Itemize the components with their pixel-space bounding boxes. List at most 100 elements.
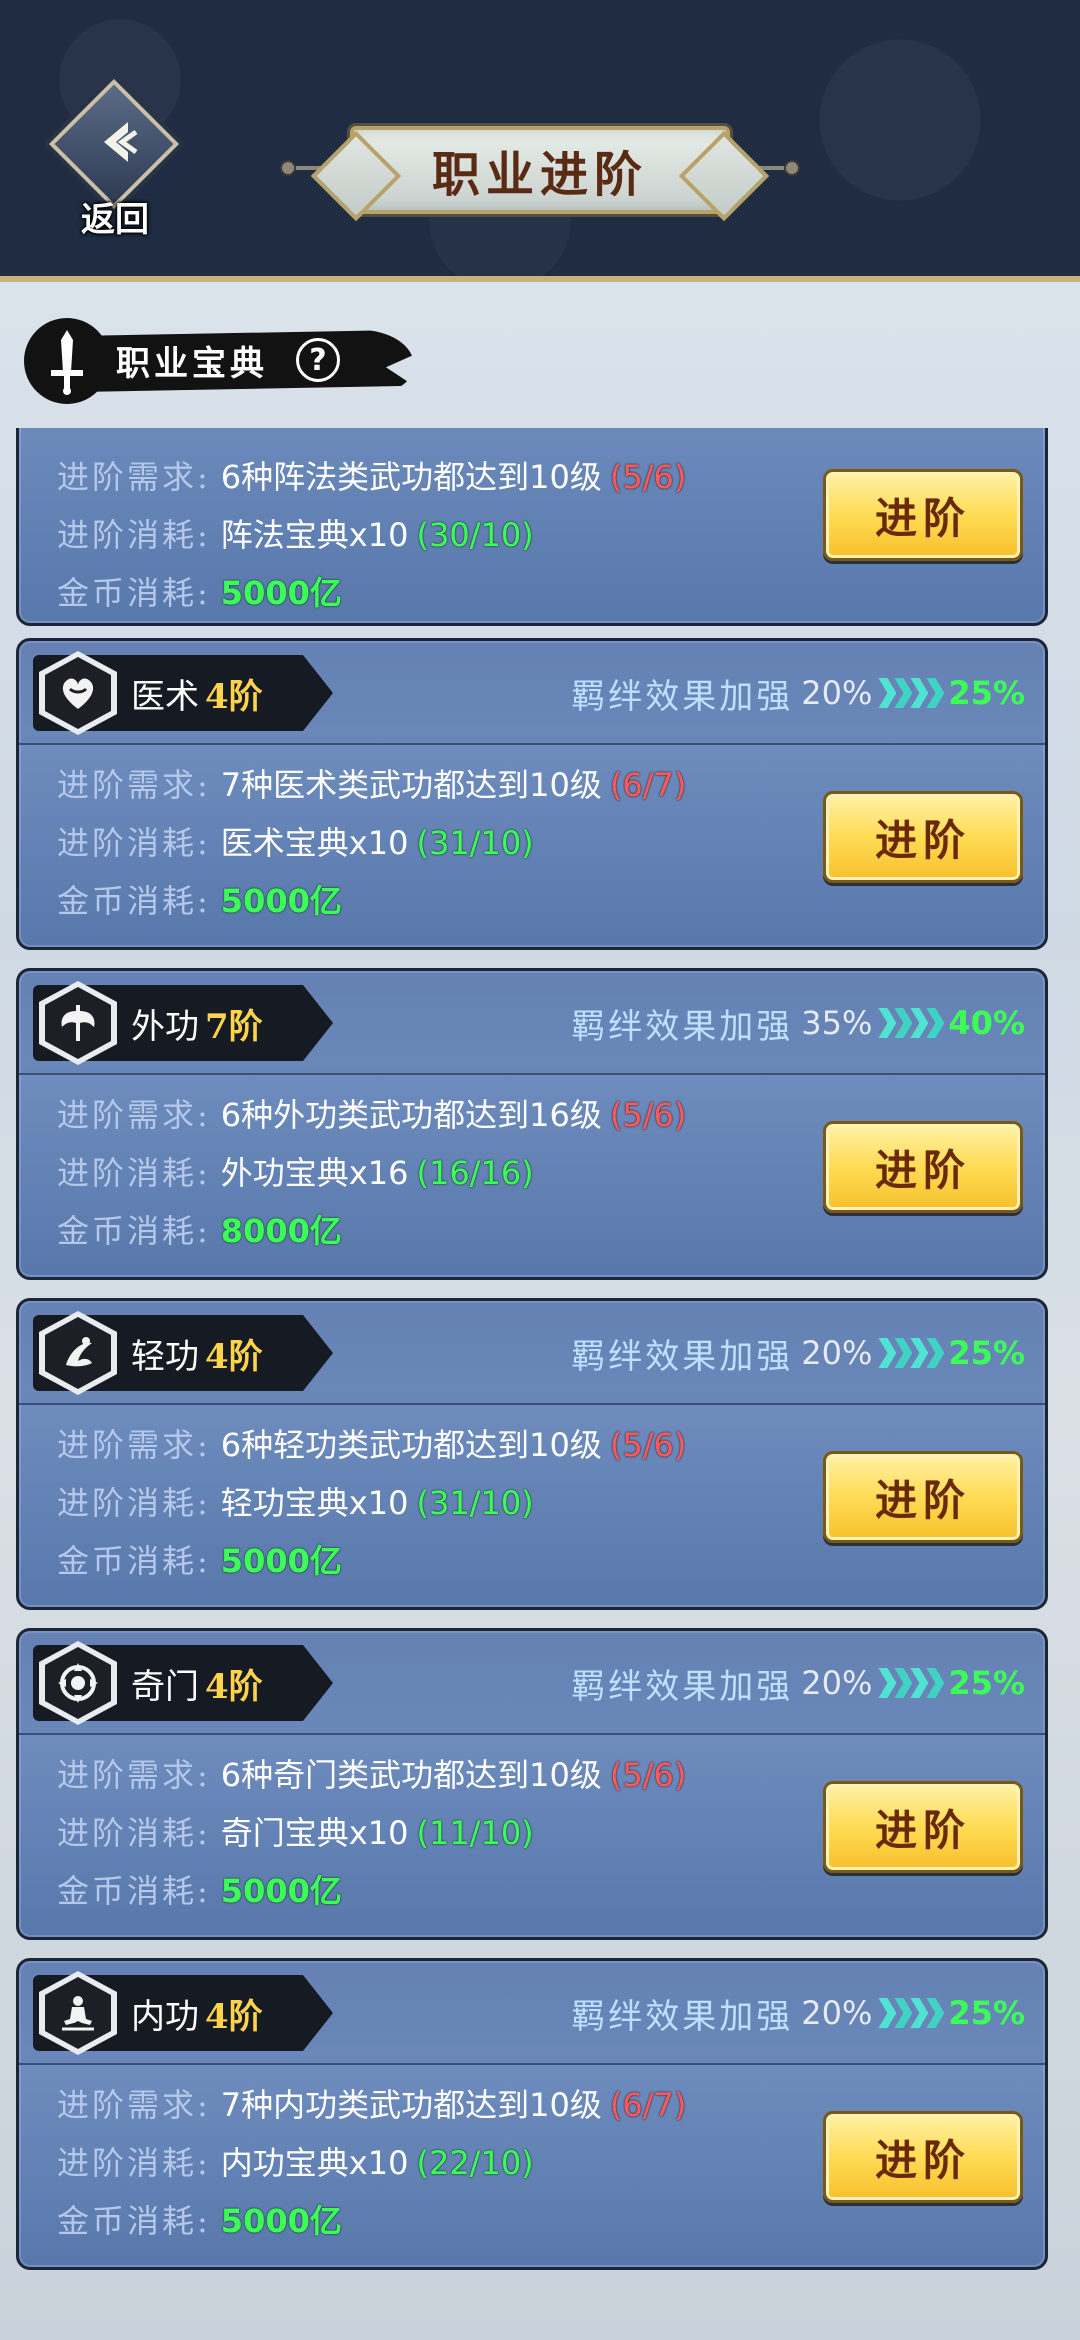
cost-row: 进阶消耗: 阵法宝典x10 (30/10) (57, 515, 534, 555)
requirement-row: 进阶需求: 7种内功类武功都达到10级 (6/7) (57, 2085, 686, 2125)
gold-row: 金币消耗: 8000亿 (57, 1211, 342, 1251)
cost-value: 内功宝典x10 (220, 2144, 409, 2182)
profession-name-text: 医术 (131, 677, 199, 717)
cost-value: 外功宝典x16 (220, 1154, 409, 1192)
card-header: 奇门 4阶 羁绊效果加强 20% 25% (19, 1631, 1045, 1735)
page-title-banner: 职业进阶 (280, 108, 800, 228)
cost-progress: (11/10) (416, 1814, 534, 1852)
profession-name: 轻功 4阶 (131, 1329, 263, 1378)
bond-label: 羁绊效果加强 (571, 1336, 794, 1377)
cost-row: 进阶消耗: 外功宝典x16 (16/16) (57, 1153, 534, 1193)
bond-bonus: 羁绊效果加强 20% 25% (571, 1331, 1025, 1377)
meditation-icon (45, 1977, 111, 2049)
advance-button[interactable]: 进阶 (823, 1121, 1023, 1213)
bond-bonus: 羁绊效果加强 20% 25% (571, 1991, 1025, 2037)
bond-bonus: 羁绊效果加强 20% 25% (571, 671, 1025, 717)
profession-level: 4阶 (205, 677, 263, 717)
gold-label: 金币消耗: (57, 882, 211, 920)
top-bar: 返回 职业进阶 (0, 0, 1080, 282)
bond-next: 25% (948, 1994, 1025, 2032)
back-button[interactable]: 返回 (40, 78, 190, 242)
bond-label: 羁绊效果加强 (571, 1666, 794, 1707)
compass-icon (45, 1647, 111, 1719)
requirement-value: 7种内功类武功都达到10级 (220, 2086, 602, 2124)
requirement-row: 进阶需求: 6种外功类武功都达到16级 (5/6) (57, 1095, 686, 1135)
bond-label: 羁绊效果加强 (571, 1996, 794, 2037)
gold-row: 金币消耗: 5000亿 (57, 1541, 342, 1581)
bond-current: 20% (801, 1334, 873, 1372)
cost-row: 进阶消耗: 奇门宝典x10 (11/10) (57, 1813, 534, 1853)
double-arrow-icon (878, 1998, 945, 2028)
requirement-row: 进阶需求: 6种阵法类武功都达到10级 (5/6) (57, 457, 686, 497)
advance-button[interactable]: 进阶 (823, 791, 1023, 883)
requirement-value: 6种阵法类武功都达到10级 (220, 458, 602, 496)
gold-label: 金币消耗: (57, 1872, 211, 1910)
back-arrow-icon (88, 112, 148, 172)
cost-row: 进阶消耗: 轻功宝典x10 (31/10) (57, 1483, 534, 1523)
advance-button[interactable]: 进阶 (823, 1451, 1023, 1543)
card-header: 医术 4阶 羁绊效果加强 20% 25% (19, 641, 1045, 745)
profession-card-external: 外功 7阶 羁绊效果加强 35% 40% 进阶需求: 6种外功类武功都达到16级 (5… (16, 968, 1048, 1280)
cost-progress: (16/16) (416, 1154, 534, 1192)
bond-current: 35% (801, 1004, 873, 1042)
section-title: 职业宝典 (116, 344, 268, 384)
title-ornament-dot-left (280, 160, 296, 176)
requirement-label: 进阶需求: (57, 1096, 211, 1134)
profession-level: 4阶 (205, 1337, 263, 1377)
profession-name-text: 内功 (131, 1997, 199, 2037)
requirement-progress: (5/6) (609, 1756, 687, 1794)
card-header: 外功 7阶 羁绊效果加强 35% 40% (19, 971, 1045, 1075)
profession-name-text: 奇门 (131, 1667, 199, 1707)
advance-button[interactable]: 进阶 (823, 469, 1023, 561)
cost-label: 进阶消耗: (57, 516, 211, 554)
gold-label: 金币消耗: (57, 2202, 211, 2240)
requirement-label: 进阶需求: (57, 1426, 211, 1464)
gold-row: 金币消耗: 5000亿 (57, 1871, 342, 1911)
double-arrow-icon (878, 1668, 945, 1698)
profession-name-text: 外功 (131, 1007, 199, 1047)
advance-button[interactable]: 进阶 (823, 1781, 1023, 1873)
heart-icon (45, 657, 111, 729)
bond-next: 25% (948, 1334, 1025, 1372)
double-arrow-icon (878, 1338, 945, 1368)
cost-progress: (31/10) (416, 1484, 534, 1522)
requirement-row: 进阶需求: 6种轻功类武功都达到10级 (5/6) (57, 1425, 686, 1465)
requirement-label: 进阶需求: (57, 766, 211, 804)
profession-list[interactable]: 进阶需求: 6种阵法类武功都达到10级 (5/6) 进阶消耗: 阵法宝典x10 (30/… (0, 428, 1080, 2288)
requirement-progress: (5/6) (609, 1096, 687, 1134)
profession-name: 奇门 4阶 (131, 1659, 263, 1708)
bond-next: 25% (948, 674, 1025, 712)
requirement-value: 6种外功类武功都达到16级 (220, 1096, 602, 1134)
profession-card-lightness: 轻功 4阶 羁绊效果加强 20% 25% 进阶需求: 6种轻功类武功都达到10级 (5… (16, 1298, 1048, 1610)
requirement-value: 7种医术类武功都达到10级 (220, 766, 602, 804)
profession-card-medicine: 医术 4阶 羁绊效果加强 20% 25% 进阶需求: 7种医术类武功都达到10级 (6… (16, 638, 1048, 950)
advance-button[interactable]: 进阶 (823, 2111, 1023, 2203)
cost-progress: (30/10) (416, 516, 534, 554)
profession-level: 4阶 (205, 1667, 263, 1707)
requirement-label: 进阶需求: (57, 2086, 211, 2124)
cost-value: 医术宝典x10 (220, 824, 409, 862)
cost-row: 进阶消耗: 医术宝典x10 (31/10) (57, 823, 534, 863)
bond-current: 20% (801, 1994, 873, 2032)
profession-level: 7阶 (205, 1007, 263, 1047)
gold-label: 金币消耗: (57, 1542, 211, 1580)
cost-label: 进阶消耗: (57, 824, 211, 862)
bond-label: 羁绊效果加强 (571, 1006, 794, 1047)
gold-label: 金币消耗: (57, 1212, 211, 1250)
profession-name-text: 轻功 (131, 1337, 199, 1377)
double-arrow-icon (878, 1008, 945, 1038)
title-plate: 职业进阶 (350, 126, 730, 214)
help-icon[interactable]: ? (296, 338, 340, 382)
cost-value: 奇门宝典x10 (220, 1814, 409, 1852)
requirement-label: 进阶需求: (57, 458, 211, 496)
profession-card-partial: 进阶需求: 6种阵法类武功都达到10级 (5/6) 进阶消耗: 阵法宝典x10 (30/… (16, 428, 1048, 626)
cost-value: 阵法宝典x10 (220, 516, 409, 554)
title-ornament-dot-right (784, 160, 800, 176)
requirement-value: 6种轻功类武功都达到10级 (220, 1426, 602, 1464)
requirement-progress: (6/7) (609, 2086, 687, 2124)
bond-next: 25% (948, 1664, 1025, 1702)
section-header: 职业宝典 ? (24, 318, 414, 404)
bond-bonus: 羁绊效果加强 35% 40% (571, 1001, 1025, 1047)
gold-row: 金币消耗: 5000亿 (57, 2201, 342, 2241)
profession-card-mystic: 奇门 4阶 羁绊效果加强 20% 25% 进阶需求: 6种奇门类武功都达到10级 (5… (16, 1628, 1048, 1940)
